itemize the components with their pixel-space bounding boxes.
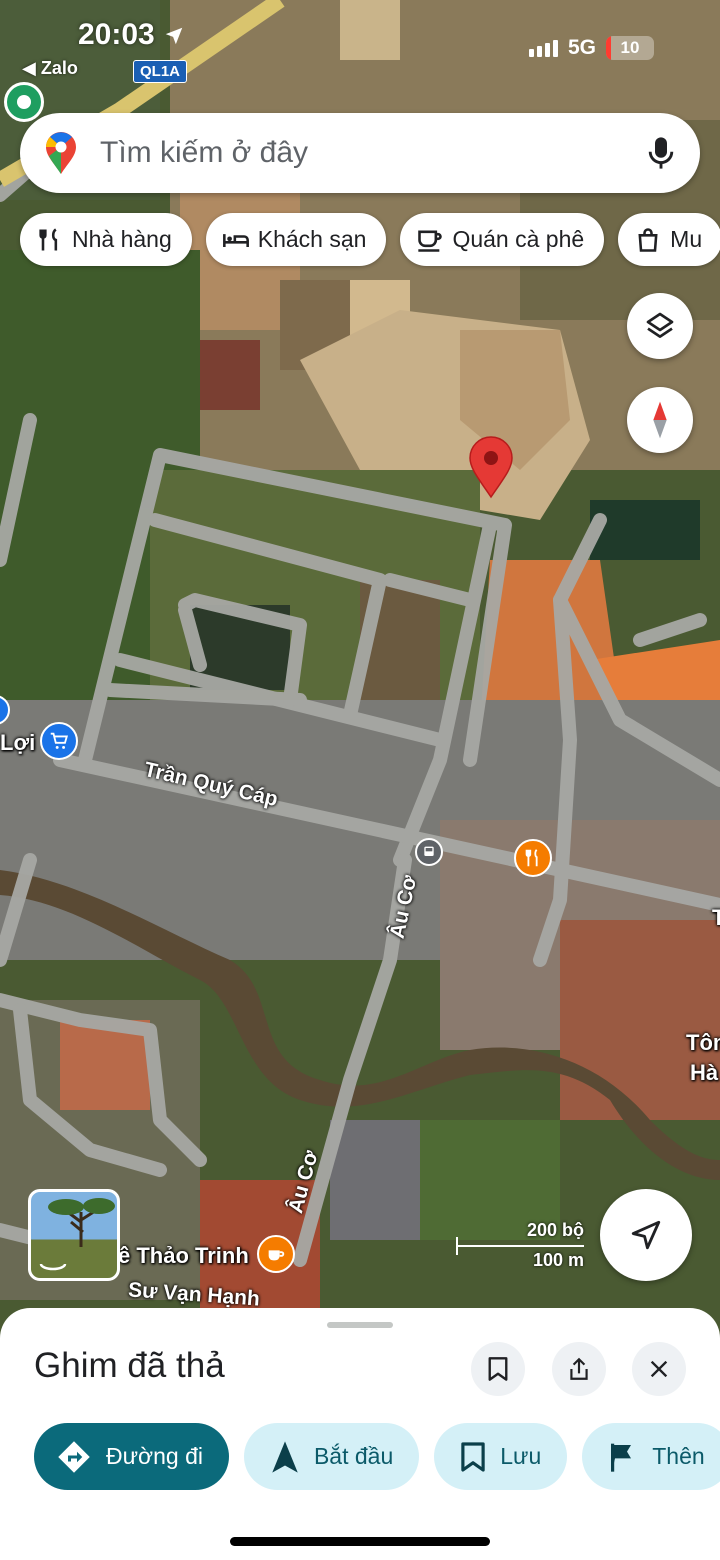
place-label-tom: Tôm <box>686 1030 720 1055</box>
coffee-poi[interactable] <box>257 1235 295 1273</box>
place-label-edge-t: T <box>712 905 720 930</box>
shopping-cart-poi[interactable] <box>40 722 78 760</box>
fork-knife-icon <box>525 849 538 867</box>
network-type: 5G <box>567 36 596 59</box>
layers-icon <box>646 312 674 338</box>
map-location-marker[interactable] <box>4 82 44 122</box>
bus-stop-poi[interactable] <box>415 838 443 866</box>
microphone-icon[interactable] <box>646 135 676 171</box>
action-label: Lưu <box>500 1443 542 1469</box>
search-input[interactable]: Tìm kiếm ở đây <box>100 136 646 170</box>
action-label: Thên <box>652 1443 705 1469</box>
place-label-thao-trinh: ê Thảo Trinh <box>118 1243 249 1268</box>
directions-button[interactable]: Đường đi <box>34 1423 229 1490</box>
compass-icon <box>653 401 667 439</box>
signal-strength-icon <box>528 39 558 57</box>
my-location-button[interactable] <box>600 1189 692 1281</box>
street-view-photo <box>39 1198 115 1271</box>
restaurant-poi[interactable] <box>514 839 552 877</box>
chip-label: Khách sạn <box>257 226 367 252</box>
rotate-360-icon <box>39 1263 67 1271</box>
scale-lower: 100 m <box>532 1250 584 1270</box>
google-maps-logo-icon <box>46 132 76 174</box>
save-bookmark-button[interactable] <box>471 1342 525 1396</box>
chip-label: Quán cà phê <box>452 226 585 252</box>
scale-upper: 200 bộ <box>526 1220 584 1240</box>
add-label-button[interactable]: Thên <box>582 1423 720 1490</box>
place-bottom-sheet: Ghim đã thả Đường đi Bắt đầu Lưu Thên <box>0 1308 720 1560</box>
shopping-bag-icon <box>638 227 658 252</box>
battery-level: 10 <box>620 38 640 57</box>
status-time: 20:03 <box>78 18 185 52</box>
place-label-ha: Hà <box>690 1060 719 1085</box>
chip-label: Nhà hàng <box>72 226 172 252</box>
action-label: Đường đi <box>106 1443 203 1469</box>
coffee-cup-icon <box>268 1250 285 1261</box>
street-view-thumbnail[interactable] <box>28 1189 120 1281</box>
sheet-drag-handle[interactable] <box>327 1322 393 1328</box>
start-button[interactable]: Bắt đầu <box>243 1423 420 1490</box>
close-icon <box>650 1360 668 1378</box>
bookmark-icon <box>488 1357 508 1381</box>
location-arrow-icon <box>165 27 183 45</box>
search-bar[interactable]: Tìm kiếm ở đây <box>20 113 700 193</box>
close-button[interactable] <box>632 1342 686 1396</box>
category-chips: Nhà hàng Khách sạn Quán cà phê Mu <box>20 213 720 266</box>
action-label: Bắt đầu <box>313 1443 394 1469</box>
status-indicators: 5G 10 <box>528 36 654 60</box>
bed-icon <box>222 233 249 247</box>
shopping-cart-icon <box>50 732 69 749</box>
map-scale-bar: 200 bộ 100 m <box>456 1220 586 1272</box>
chip-shopping[interactable]: Mu <box>618 213 720 266</box>
chip-label: Mu <box>670 226 703 252</box>
directions-icon <box>58 1440 90 1473</box>
compass-button[interactable] <box>627 387 693 453</box>
share-button[interactable] <box>552 1342 606 1396</box>
chip-hotels[interactable]: Khách sạn <box>205 213 387 266</box>
navigation-arrow-icon <box>631 1220 661 1250</box>
fork-knife-icon <box>39 227 58 250</box>
flag-icon <box>611 1443 632 1472</box>
battery-icon: 10 <box>606 36 654 60</box>
sheet-title: Ghim đã thả <box>34 1346 225 1385</box>
layers-button[interactable] <box>627 293 693 359</box>
bookmark-icon <box>461 1441 485 1472</box>
home-indicator <box>230 1537 490 1546</box>
save-button[interactable]: Lưu <box>434 1423 568 1490</box>
coffee-cup-icon <box>418 230 443 252</box>
place-label-loi: Lợi <box>0 730 36 755</box>
navigation-arrow-icon <box>272 1440 298 1473</box>
highway-shield: QL1A <box>133 60 188 83</box>
chip-cafes[interactable]: Quán cà phê <box>400 213 605 266</box>
chip-restaurants[interactable]: Nhà hàng <box>20 213 192 266</box>
back-to-zalo[interactable]: ◀ Zalo <box>22 58 78 79</box>
share-icon <box>570 1357 588 1380</box>
action-buttons: Đường đi Bắt đầu Lưu Thên <box>34 1423 720 1490</box>
bus-icon <box>424 846 434 856</box>
